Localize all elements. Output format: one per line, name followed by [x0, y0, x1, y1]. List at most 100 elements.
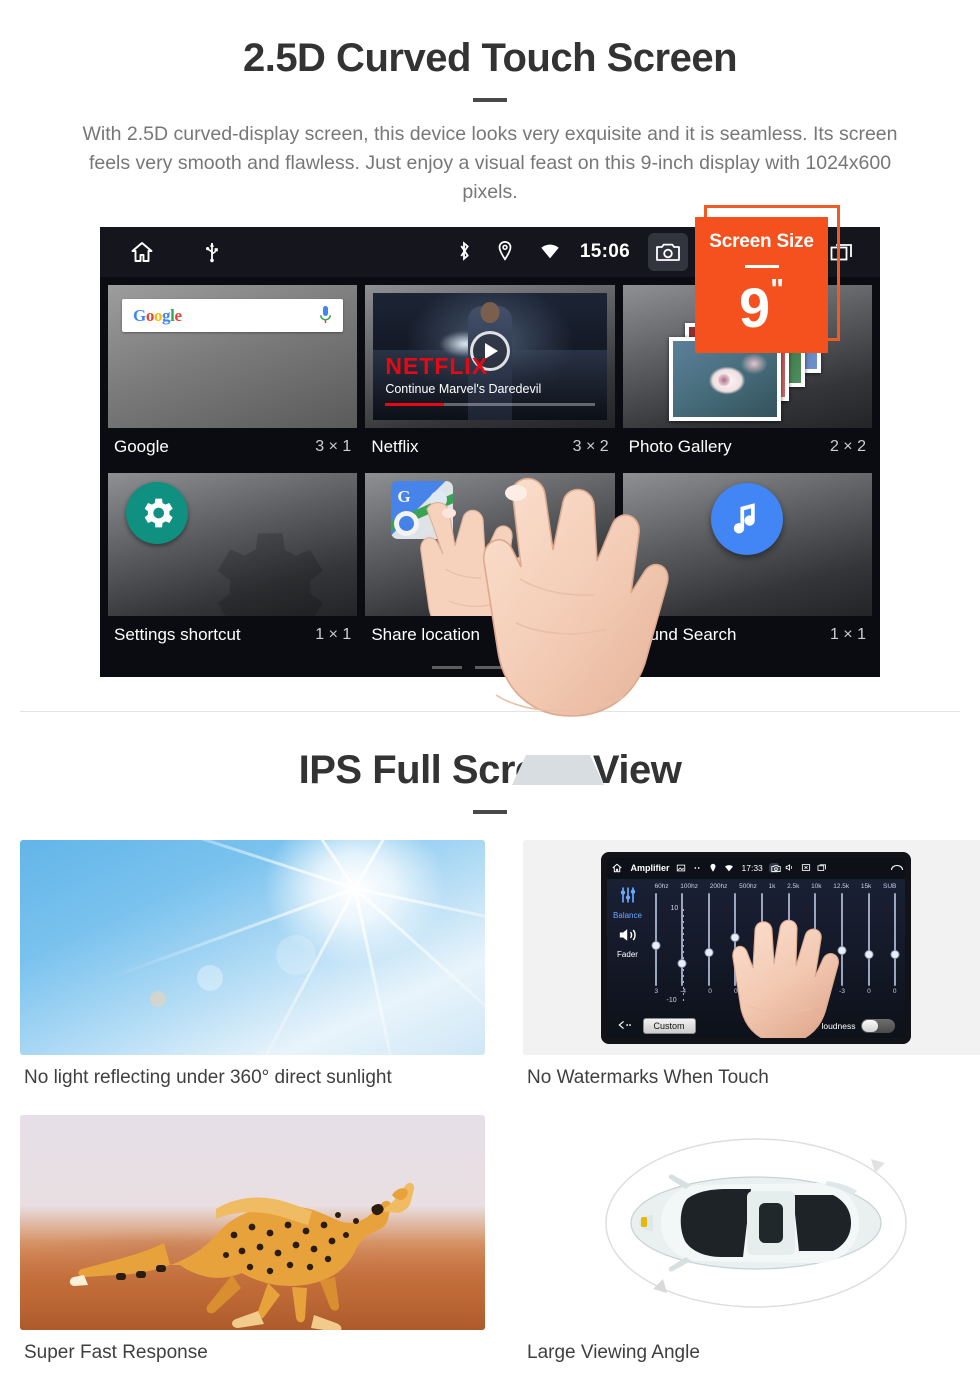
- screen-size-number: 9: [739, 276, 771, 339]
- amplifier-image: Amplifier 17:33 Balance Fader 10 -10 60h…: [523, 840, 980, 1055]
- screen-size-badge-label: Screen Size: [709, 231, 814, 252]
- settings-gear-icon[interactable]: [126, 482, 188, 544]
- eq-slider[interactable]: [677, 892, 687, 986]
- touching-hand-illustration: [715, 910, 843, 1038]
- widget-sound-search-meta: Sound Search 1 × 1: [623, 616, 872, 653]
- widget-sound-search[interactable]: Sound Search 1 × 1: [622, 473, 872, 653]
- eq-slider[interactable]: [704, 892, 714, 986]
- eq-band-label: 1k: [768, 882, 776, 890]
- preset-button[interactable]: Custom: [642, 1017, 696, 1034]
- eq-scale-bottom: -10: [666, 996, 677, 1004]
- eq-slider[interactable]: [864, 892, 874, 986]
- card-caption: No light reflecting under 360° direct su…: [24, 1067, 392, 1088]
- feature-card-sunlight: No light reflecting under 360° direct su…: [20, 840, 485, 1105]
- page-dot-1[interactable]: [432, 666, 462, 669]
- fader-label[interactable]: Fader: [607, 950, 649, 959]
- amplifier-title: Amplifier: [630, 863, 670, 873]
- close-icon[interactable]: [801, 863, 811, 873]
- eq-value: 0: [867, 987, 871, 995]
- widget-google-preview[interactable]: Google: [108, 285, 358, 428]
- back-icon[interactable]: [890, 863, 903, 873]
- widget-size: 1 × 1: [315, 626, 352, 643]
- netflix-character-head: [480, 301, 500, 323]
- widget-share-location-preview[interactable]: G: [365, 473, 615, 616]
- widget-netflix[interactable]: NETFLIX Continue Marvel's Daredevil Netf…: [365, 285, 615, 465]
- card-caption: Large Viewing Angle: [527, 1342, 700, 1363]
- balance-icon[interactable]: [617, 887, 639, 909]
- location-icon: [496, 240, 520, 264]
- feature-card-response: Super Fast Response: [20, 1115, 485, 1380]
- widget-label: Share location: [371, 625, 481, 644]
- card-caption: No Watermarks When Touch: [527, 1067, 769, 1088]
- widget-size: 1 × 1: [572, 626, 609, 643]
- google-maps-icon[interactable]: G: [391, 481, 454, 539]
- bluetooth-icon: [454, 240, 478, 264]
- prev-preset-icon[interactable]: [617, 1020, 633, 1032]
- widget-google-meta: Google 3 × 1: [108, 428, 357, 465]
- microphone-icon[interactable]: [319, 305, 332, 327]
- eq-slider[interactable]: [890, 892, 900, 986]
- home-icon[interactable]: [612, 863, 622, 873]
- widget-label: Photo Gallery: [628, 437, 732, 456]
- ips-section: IPS Full Screen View No light reflecting…: [0, 712, 980, 1380]
- feature-card-viewing-angle: Large Viewing Angle: [523, 1115, 980, 1380]
- camera-icon[interactable]: [648, 233, 688, 271]
- eq-scale-top: 10: [670, 904, 679, 912]
- eq-band-label: 2.5k: [787, 882, 800, 890]
- music-note-icon[interactable]: [711, 483, 784, 555]
- widget-size: 3 × 1: [315, 438, 352, 455]
- feature-card-amplifier: Amplifier 17:33 Balance Fader 10 -10 60h…: [523, 840, 980, 1105]
- product-feature-page: 2.5D Curved Touch Screen With 2.5D curve…: [0, 0, 980, 1394]
- eq-band-label: 10k: [811, 882, 822, 890]
- eq-band-label: 200hz: [709, 882, 728, 890]
- widget-size: 3 × 2: [572, 438, 609, 455]
- location-icon: [708, 863, 718, 873]
- home-icon[interactable]: [130, 240, 154, 264]
- screen-size-badge-rule: [744, 265, 779, 268]
- status-bar-clock: 15:06: [579, 241, 630, 262]
- google-logo: Google: [133, 305, 182, 325]
- page-dot-3-active[interactable]: [518, 666, 548, 669]
- gear-watermark-icon: [189, 512, 339, 616]
- netflix-progress-bar: [385, 403, 595, 406]
- widget-settings-preview[interactable]: [108, 473, 358, 616]
- netflix-subtitle: Continue Marvel's Daredevil: [385, 382, 542, 396]
- eq-band-label: 100hz: [680, 882, 699, 890]
- widget-size: 2 × 2: [829, 438, 866, 455]
- camera-icon[interactable]: [768, 863, 781, 873]
- screen-size-badge: Screen Size 9": [695, 217, 828, 353]
- wifi-icon: [538, 240, 562, 264]
- running-cheetah-image: [20, 1115, 485, 1330]
- status-bar-left: [100, 240, 224, 264]
- widget-label: Settings shortcut: [114, 625, 241, 644]
- google-search-bar[interactable]: Google: [122, 299, 344, 332]
- fader-icon[interactable]: [607, 926, 649, 949]
- widget-sound-search-preview[interactable]: [622, 473, 872, 616]
- recents-icon[interactable]: [817, 863, 827, 873]
- eq-band-label: SUB: [883, 882, 897, 890]
- balance-label[interactable]: Balance: [607, 911, 649, 920]
- page-dot-2[interactable]: [475, 666, 505, 669]
- curved-screen-section: 2.5D Curved Touch Screen With 2.5D curve…: [0, 0, 980, 785]
- widget-settings-shortcut[interactable]: Settings shortcut 1 × 1: [108, 473, 358, 653]
- page-title: 2.5D Curved Touch Screen: [242, 36, 738, 80]
- widget-share-location[interactable]: G Share location 1 × 1: [365, 473, 615, 653]
- netflix-logo: NETFLIX: [385, 353, 489, 379]
- eq-band-label: 500hz: [739, 882, 757, 890]
- amplifier-ui-screen: Amplifier 17:33 Balance Fader 10 -10 60h…: [600, 851, 911, 1044]
- feature-card-grid: No light reflecting under 360° direct su…: [20, 840, 980, 1380]
- volume-icon[interactable]: [785, 863, 795, 873]
- widget-google[interactable]: Google Google 3 × 1: [108, 285, 358, 465]
- widget-netflix-meta: Netflix 3 × 2: [365, 428, 614, 465]
- blue-sky-sun-image: [20, 840, 485, 1055]
- car-diagram: [523, 1115, 980, 1330]
- widget-label: Netflix: [371, 437, 419, 456]
- widget-photo-gallery-meta: Photo Gallery 2 × 2: [623, 428, 872, 465]
- sunlight-photo: [20, 840, 485, 1055]
- eq-slider[interactable]: [651, 892, 660, 986]
- eq-value: 3: [654, 987, 659, 995]
- page-indicator[interactable]: [100, 666, 880, 669]
- widget-netflix-preview[interactable]: NETFLIX Continue Marvel's Daredevil: [365, 285, 615, 428]
- section-description: With 2.5D curved-display screen, this de…: [82, 123, 898, 203]
- loudness-toggle[interactable]: [860, 1018, 895, 1033]
